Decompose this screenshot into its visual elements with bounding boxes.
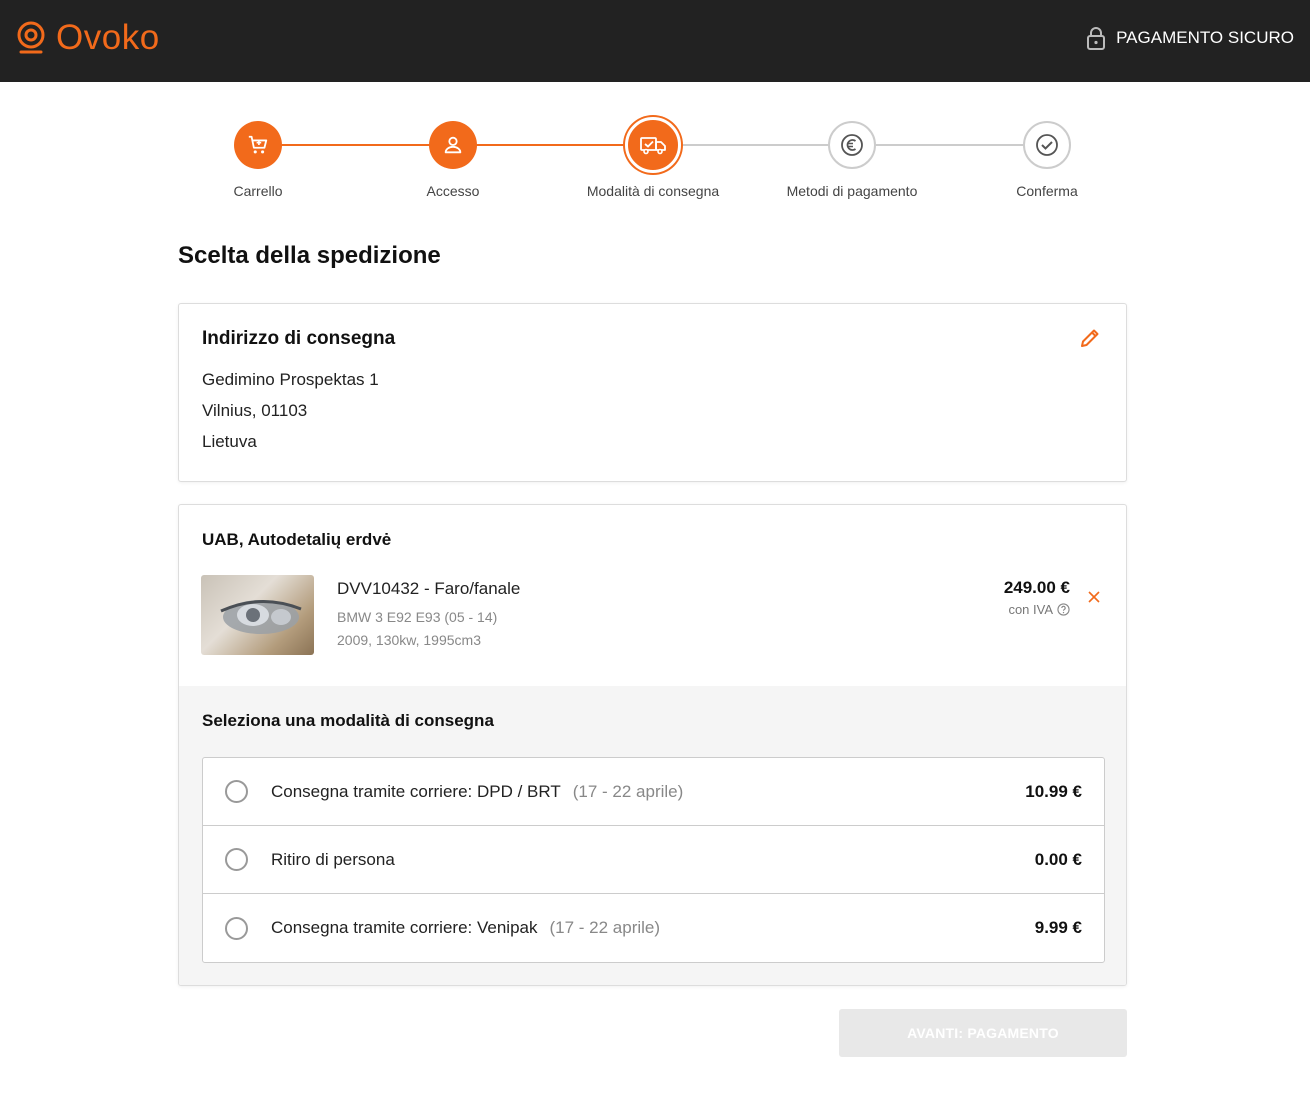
radio-button[interactable] [225, 780, 248, 803]
user-icon [444, 136, 462, 154]
next-payment-button[interactable]: AVANTI: PAGAMENTO [839, 1009, 1127, 1057]
brand-name: Ovoko [56, 18, 160, 57]
delivery-option-venipak[interactable]: Consegna tramite corriere: Venipak (17 -… [203, 894, 1104, 962]
truck-icon [640, 137, 666, 155]
address-country: Lietuva [202, 432, 257, 451]
step-confirm: Conferma [967, 117, 1127, 199]
page-title: Scelta della spedizione [178, 242, 441, 269]
step-payment: Metodi di pagamento [772, 117, 932, 199]
delivery-option-dpd-brt[interactable]: Consegna tramite corriere: DPD / BRT (17… [203, 758, 1104, 826]
step-label: Metodi di pagamento [786, 183, 918, 199]
address-street: Gedimino Prospektas 1 [202, 370, 379, 389]
headlight-icon [220, 600, 302, 634]
step-label: Modalità di consegna [586, 183, 720, 199]
delivery-option-label: Ritiro di persona [271, 849, 395, 869]
delivery-option-dates: (17 - 22 aprile) [572, 781, 684, 801]
checkout-stepper: Carrello Accesso Modalità di consegna Me… [185, 117, 1125, 207]
pencil-icon [1081, 329, 1099, 347]
address-city: Vilnius, 01103 [202, 401, 308, 420]
top-bar: Ovoko PAGAMENTO SICURO [0, 0, 1310, 82]
euro-icon [841, 134, 863, 156]
product-image[interactable] [201, 575, 314, 655]
radio-button[interactable] [225, 848, 248, 871]
product-price: 249.00 € [1003, 578, 1070, 597]
step-circle [429, 121, 477, 169]
delivery-option-label: Consegna tramite corriere: DPD / BRT [271, 781, 561, 801]
secure-payment-indicator: PAGAMENTO SICURO [1086, 24, 1294, 52]
help-icon[interactable] [1057, 603, 1070, 616]
step-label: Accesso [426, 183, 480, 199]
step-circle [234, 121, 282, 169]
product-title[interactable]: DVV10432 - Faro/fanale [337, 579, 520, 599]
vat-label: con IVA [1008, 602, 1053, 617]
cart-icon [248, 135, 268, 154]
edit-address-button[interactable] [1078, 326, 1102, 350]
delivery-option-pickup[interactable]: Ritiro di persona 0.00 € [203, 826, 1104, 894]
delivery-option-dates: (17 - 22 aprile) [549, 918, 661, 937]
step-circle [625, 117, 681, 173]
vat-note: con IVA [1008, 602, 1070, 617]
delivery-option-label: Consegna tramite corriere: Venipak [271, 918, 538, 937]
step-circle [1023, 121, 1071, 169]
delivery-options-list: Consegna tramite corriere: DPD / BRT (17… [202, 757, 1105, 963]
remove-item-button[interactable] [1086, 589, 1102, 605]
radio-button[interactable] [225, 916, 248, 940]
step-cart[interactable]: Carrello [178, 117, 338, 199]
product-car-model: BMW 3 E92 E93 (05 - 14) [337, 609, 498, 625]
step-label: Conferma [1016, 183, 1078, 199]
step-label: Carrello [233, 183, 283, 199]
delivery-option-price: 0.00 € [1034, 849, 1082, 869]
check-icon [1036, 134, 1058, 156]
delivery-option-price: 10.99 € [1025, 781, 1082, 801]
close-icon [1088, 591, 1100, 603]
delivery-address-card: Indirizzo di consegna Gedimino Prospekta… [178, 303, 1127, 482]
secure-payment-label: PAGAMENTO SICURO [1116, 28, 1294, 47]
delivery-method-title: Seleziona una modalità di consegna [202, 711, 494, 730]
delivery-method-section: Seleziona una modalità di consegna Conse… [179, 686, 1126, 985]
step-login[interactable]: Accesso [373, 117, 533, 199]
delivery-option-price: 9.99 € [1034, 918, 1082, 937]
step-circle [828, 121, 876, 169]
lock-icon [1087, 27, 1106, 50]
product-specs: 2009, 130kw, 1995cm3 [337, 632, 481, 648]
ovoko-logo-icon [17, 21, 45, 54]
seller-order-card: UAB, Autodetalių erdvė DVV10432 - Faro/f… [178, 504, 1127, 986]
address-title: Indirizzo di consegna [202, 328, 396, 349]
step-delivery: Modalità di consegna [573, 117, 733, 199]
seller-name: UAB, Autodetalių erdvė [202, 530, 392, 549]
brand-logo[interactable]: Ovoko [16, 18, 160, 58]
